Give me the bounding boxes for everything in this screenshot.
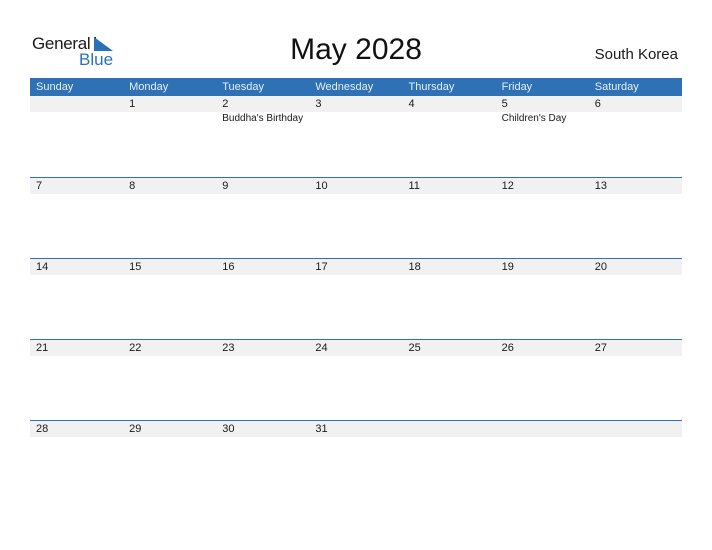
day-cell: 4 — [403, 96, 496, 126]
day-number — [409, 421, 496, 437]
day-cell: 16 — [216, 259, 309, 275]
weekday-monday: Monday — [129, 81, 169, 93]
day-number: 23 — [222, 342, 235, 354]
week-row: 14 15 16 17 18 19 20 — [30, 258, 682, 339]
day-number: 1 — [129, 98, 136, 110]
day-number: 3 — [315, 98, 322, 110]
weekday-saturday: Saturday — [594, 81, 639, 93]
day-cell — [30, 96, 123, 126]
day-number: 4 — [408, 98, 415, 110]
day-number: 22 — [129, 342, 142, 354]
day-cell: 6 — [589, 96, 682, 126]
day-number: 21 — [36, 342, 49, 354]
day-number: 19 — [501, 261, 514, 273]
day-cell: 24 — [309, 340, 402, 356]
weekday-wednesday: Wednesday — [315, 81, 374, 93]
week-row: 7 8 9 10 11 12 13 — [30, 177, 682, 258]
day-cell: 15 — [123, 259, 216, 275]
day-number: 28 — [36, 423, 49, 435]
day-cell: 10 — [309, 178, 402, 194]
day-number — [595, 421, 682, 437]
day-cell: 17 — [309, 259, 402, 275]
day-cell: 21 — [30, 340, 123, 356]
day-cell: 25 — [403, 340, 496, 356]
day-cell: 26 — [496, 340, 589, 356]
week-cells: 21 22 23 24 25 26 27 — [30, 340, 682, 356]
day-number: 12 — [501, 180, 514, 192]
day-number: 7 — [36, 180, 43, 192]
day-cell: 28 — [30, 421, 123, 437]
day-number: 20 — [594, 261, 607, 273]
week-cells: 14 15 16 17 18 19 20 — [30, 259, 682, 275]
day-cell: 12 — [496, 178, 589, 194]
day-cell: 29 — [123, 421, 216, 437]
day-number: 31 — [315, 423, 328, 435]
day-cell — [403, 421, 496, 437]
day-cell: 23 — [216, 340, 309, 356]
day-number: 8 — [129, 180, 136, 192]
day-number: 10 — [315, 180, 328, 192]
day-number — [36, 96, 123, 112]
day-cell: 19 — [496, 259, 589, 275]
day-number: 25 — [408, 342, 421, 354]
day-cell: 9 — [216, 178, 309, 194]
day-number: 9 — [222, 180, 229, 192]
day-number: 30 — [222, 423, 235, 435]
day-cell: 7 — [30, 178, 123, 194]
day-number: 26 — [501, 342, 514, 354]
day-number: 14 — [36, 261, 49, 273]
weekday-tuesday: Tuesday — [222, 81, 265, 93]
day-cell: 2 Buddha's Birthday — [216, 96, 309, 126]
day-cell: 13 — [589, 178, 682, 194]
day-number: 11 — [408, 180, 420, 192]
day-number: 16 — [222, 261, 235, 273]
calendar-grid: Sunday Monday Tuesday Wednesday Thursday… — [30, 78, 682, 501]
week-row: 21 22 23 24 25 26 27 — [30, 339, 682, 420]
week-cells: 7 8 9 10 11 12 13 — [30, 178, 682, 194]
day-cell: 27 — [589, 340, 682, 356]
weekday-header: Sunday Monday Tuesday Wednesday Thursday… — [30, 78, 682, 96]
day-cell: 22 — [123, 340, 216, 356]
weekday-sunday: Sunday — [36, 81, 74, 93]
week-cells: 28 29 30 31 — [30, 421, 682, 437]
weekday-friday: Friday — [501, 81, 533, 93]
day-cell: 30 — [216, 421, 309, 437]
week-row: 1 2 Buddha's Birthday 3 4 5 Children's Day 6 — [30, 96, 682, 177]
day-cell — [496, 421, 589, 437]
day-number: 29 — [129, 423, 142, 435]
week-row: 28 29 30 31 — [30, 420, 682, 501]
day-number: 24 — [315, 342, 328, 354]
holiday-label: Buddha's Birthday — [222, 113, 304, 124]
day-cell: 20 — [589, 259, 682, 275]
day-number: 6 — [594, 98, 601, 110]
day-number: 13 — [594, 180, 607, 192]
day-number: 18 — [408, 261, 421, 273]
day-number: 17 — [315, 261, 328, 273]
country-label: South Korea — [594, 46, 678, 63]
day-cell: 11 — [403, 178, 496, 194]
day-cell: 5 Children's Day — [496, 96, 589, 126]
day-cell: 31 — [309, 421, 402, 437]
day-number: 27 — [594, 342, 607, 354]
day-cell: 18 — [403, 259, 496, 275]
day-cell: 8 — [123, 178, 216, 194]
day-cell: 14 — [30, 259, 123, 275]
day-number: 5 — [501, 98, 508, 110]
day-number — [502, 421, 589, 437]
holiday-label: Children's Day — [501, 113, 567, 124]
day-number: 15 — [129, 261, 142, 273]
weekday-thursday: Thursday — [408, 81, 455, 93]
day-number: 2 — [222, 98, 229, 110]
day-cell: 3 — [309, 96, 402, 126]
weeks-container: 1 2 Buddha's Birthday 3 4 5 Children's Day 6 7 8 9… — [30, 96, 682, 501]
week-cells: 1 2 Buddha's Birthday 3 4 5 Children's Day 6 — [30, 96, 682, 126]
day-cell: 1 — [123, 96, 216, 126]
day-cell — [589, 421, 682, 437]
